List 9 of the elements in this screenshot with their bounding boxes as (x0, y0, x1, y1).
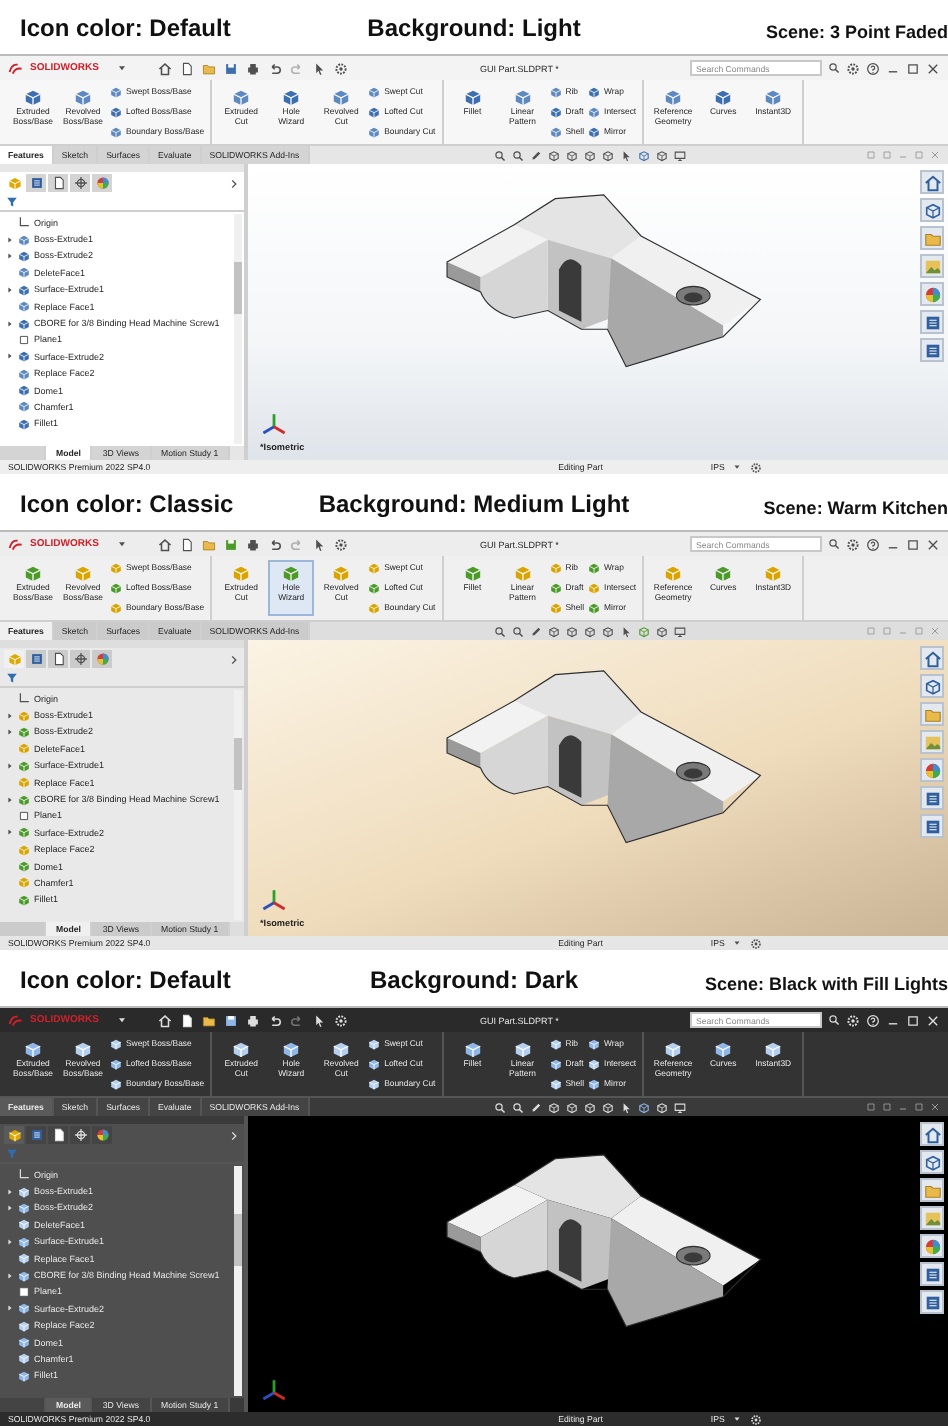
caption-label: Scene: Black with Fill Lights (704, 971, 948, 993)
caption-label: Background: Medium Light (318, 489, 630, 517)
caption-label: Icon color: Default (18, 965, 233, 993)
caption-label: Scene: Warm Kitchen (763, 495, 948, 517)
caption-label: Icon color: Default (18, 13, 233, 41)
caption-label: Background: Light (367, 13, 581, 41)
caption-label: Background: Dark (369, 965, 579, 993)
caption-label: Icon color: Classic (18, 489, 236, 517)
caption-label: Scene: 3 Point Faded (765, 19, 948, 41)
